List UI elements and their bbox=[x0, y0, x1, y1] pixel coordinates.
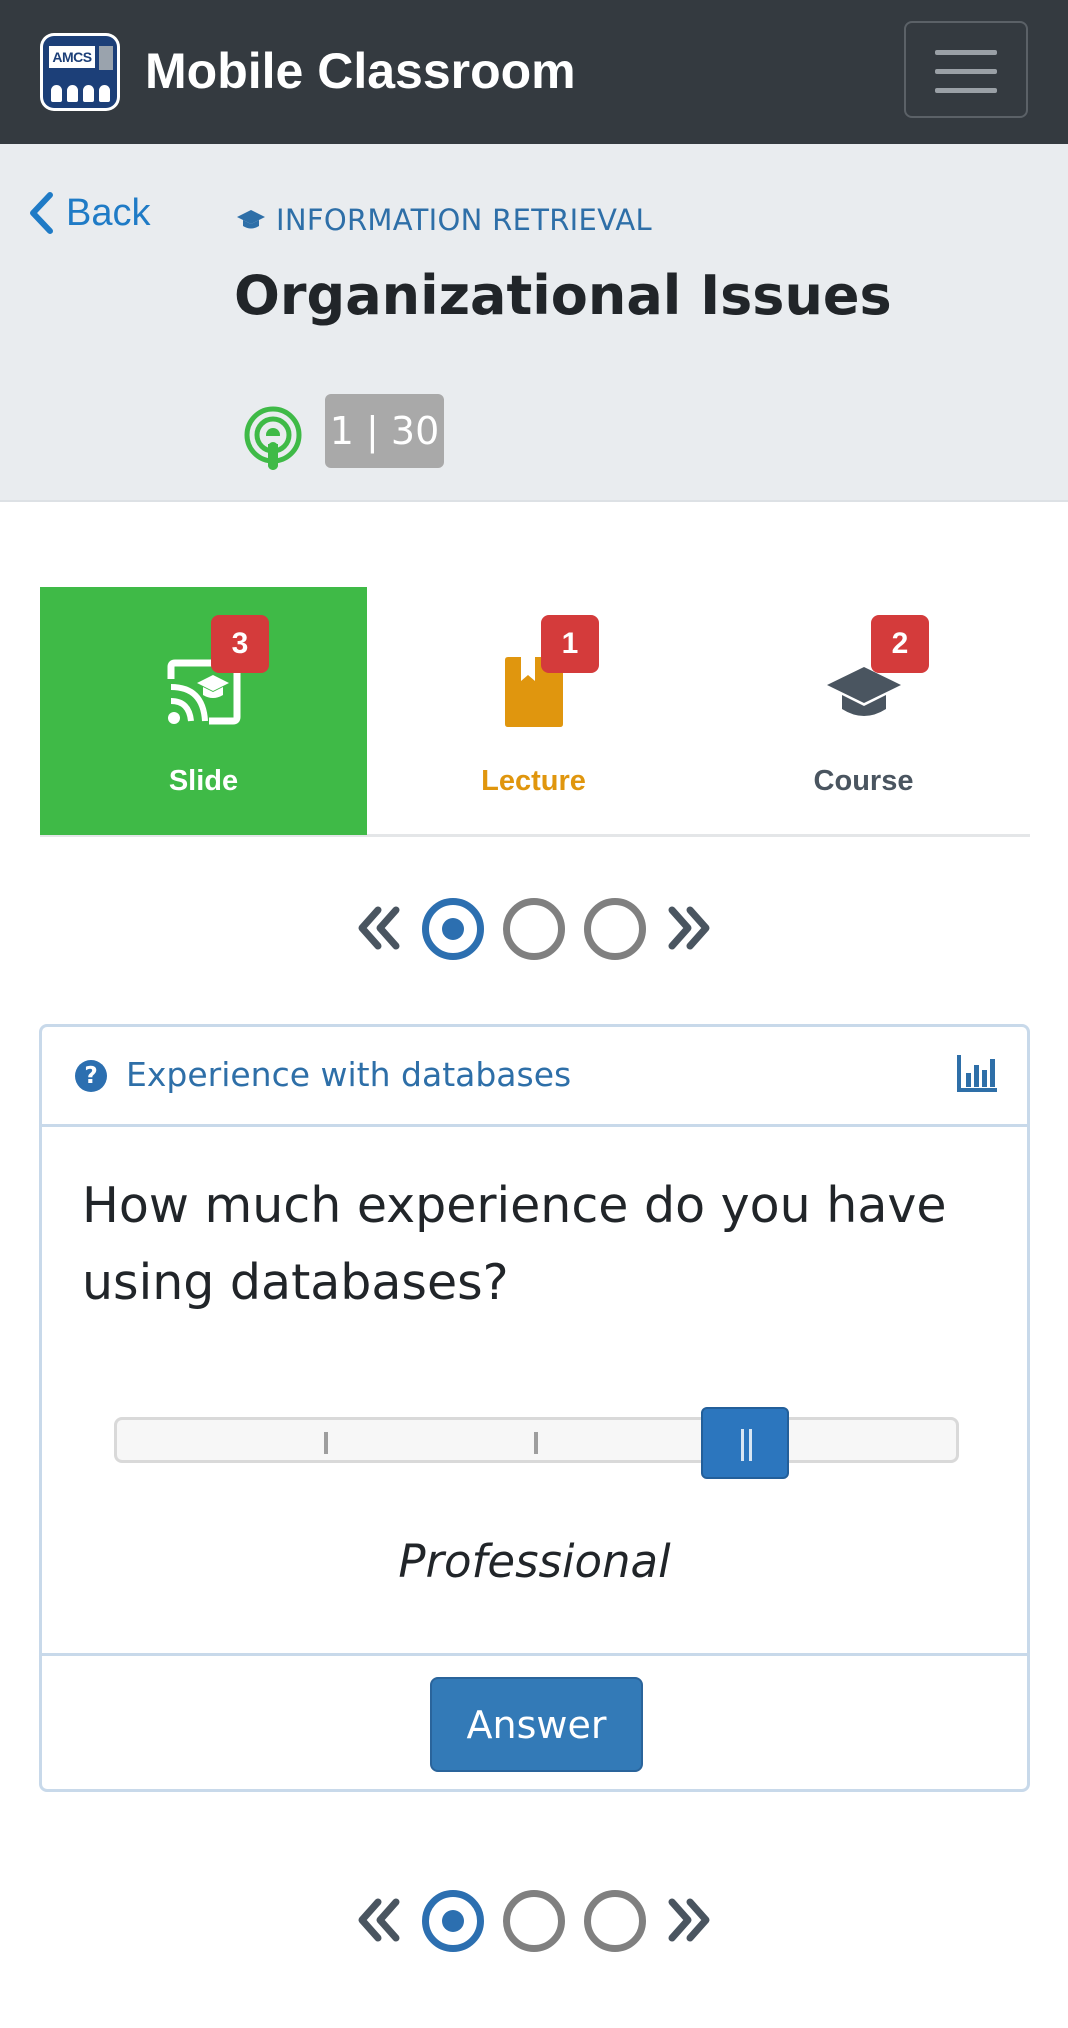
pager-bottom bbox=[352, 1885, 716, 1955]
pager-dot-2[interactable] bbox=[503, 898, 565, 960]
slide-counter-badge: 1 | 30 bbox=[325, 394, 444, 468]
logo-people-icon bbox=[51, 78, 111, 102]
tab-slide-label: Slide bbox=[168, 765, 239, 797]
logo-text: AMCS bbox=[49, 46, 95, 68]
experience-slider-handle[interactable] bbox=[701, 1407, 789, 1479]
lecture-notification-badge: 1 bbox=[541, 615, 599, 673]
tab-course-label: Course bbox=[813, 765, 914, 797]
double-chevron-left-icon[interactable] bbox=[356, 904, 404, 952]
double-chevron-left-icon[interactable] bbox=[356, 1896, 404, 1944]
question-title: Experience with databases bbox=[126, 1055, 572, 1094]
pager-top bbox=[352, 893, 716, 963]
tab-slide[interactable]: 3 Slide bbox=[40, 587, 367, 835]
question-text: How much experience do you have using da… bbox=[82, 1177, 947, 1311]
course-name: INFORMATION RETRIEVAL bbox=[276, 203, 653, 237]
logo-background: AMCS bbox=[43, 36, 117, 108]
chevron-left-icon bbox=[30, 192, 53, 234]
slider-tick bbox=[324, 1432, 328, 1454]
question-card-footer: Answer bbox=[42, 1653, 1027, 1789]
menu-toggle-button[interactable] bbox=[904, 21, 1028, 118]
double-chevron-right-icon[interactable] bbox=[664, 1896, 712, 1944]
hamburger-icon-line bbox=[935, 69, 997, 74]
pager-dot-2[interactable] bbox=[503, 1890, 565, 1952]
view-tabs: 3 Slide 1 Lecture 2 Course bbox=[40, 587, 1030, 837]
course-notification-badge: 2 bbox=[871, 615, 929, 673]
answer-button[interactable]: Answer bbox=[430, 1677, 643, 1772]
podcast-icon bbox=[244, 406, 302, 470]
question-card-header: ? Experience with databases bbox=[42, 1027, 1027, 1127]
graduation-cap-icon bbox=[237, 210, 265, 229]
grip-line bbox=[749, 1429, 752, 1461]
app-logo[interactable]: AMCS bbox=[40, 33, 120, 111]
pager-dot-1[interactable] bbox=[422, 1890, 484, 1952]
slide-notification-badge: 3 bbox=[211, 615, 269, 673]
tab-course[interactable]: 2 Course bbox=[700, 587, 1027, 835]
back-link[interactable]: Back bbox=[28, 188, 150, 238]
grip-line bbox=[741, 1429, 744, 1461]
pager-dot-1[interactable] bbox=[422, 898, 484, 960]
logo-book-icon bbox=[99, 46, 113, 70]
double-chevron-right-icon[interactable] bbox=[664, 904, 712, 952]
slider-tick bbox=[534, 1432, 538, 1454]
experience-slider-track[interactable] bbox=[114, 1417, 959, 1463]
pager-dot-3[interactable] bbox=[584, 898, 646, 960]
back-label: Back bbox=[66, 191, 151, 234]
tab-lecture[interactable]: 1 Lecture bbox=[370, 587, 697, 835]
app-title[interactable]: Mobile Classroom bbox=[145, 40, 576, 102]
hamburger-icon-line bbox=[935, 88, 997, 93]
pager-dot-3[interactable] bbox=[584, 1890, 646, 1952]
course-breadcrumb[interactable]: INFORMATION RETRIEVAL bbox=[236, 202, 652, 238]
question-card: ? Experience with databases How much exp… bbox=[39, 1024, 1030, 1792]
tab-lecture-label: Lecture bbox=[481, 765, 586, 797]
bar-chart-icon[interactable] bbox=[956, 1053, 998, 1093]
question-circle-icon: ? bbox=[75, 1060, 107, 1092]
hamburger-icon bbox=[935, 50, 997, 55]
lecture-header: Back INFORMATION RETRIEVAL Organizationa… bbox=[0, 144, 1068, 502]
slider-value-label: Professional bbox=[398, 1535, 671, 1588]
page-title: Organizational Issues bbox=[234, 264, 892, 327]
navbar: AMCS Mobile Classroom bbox=[0, 0, 1068, 144]
